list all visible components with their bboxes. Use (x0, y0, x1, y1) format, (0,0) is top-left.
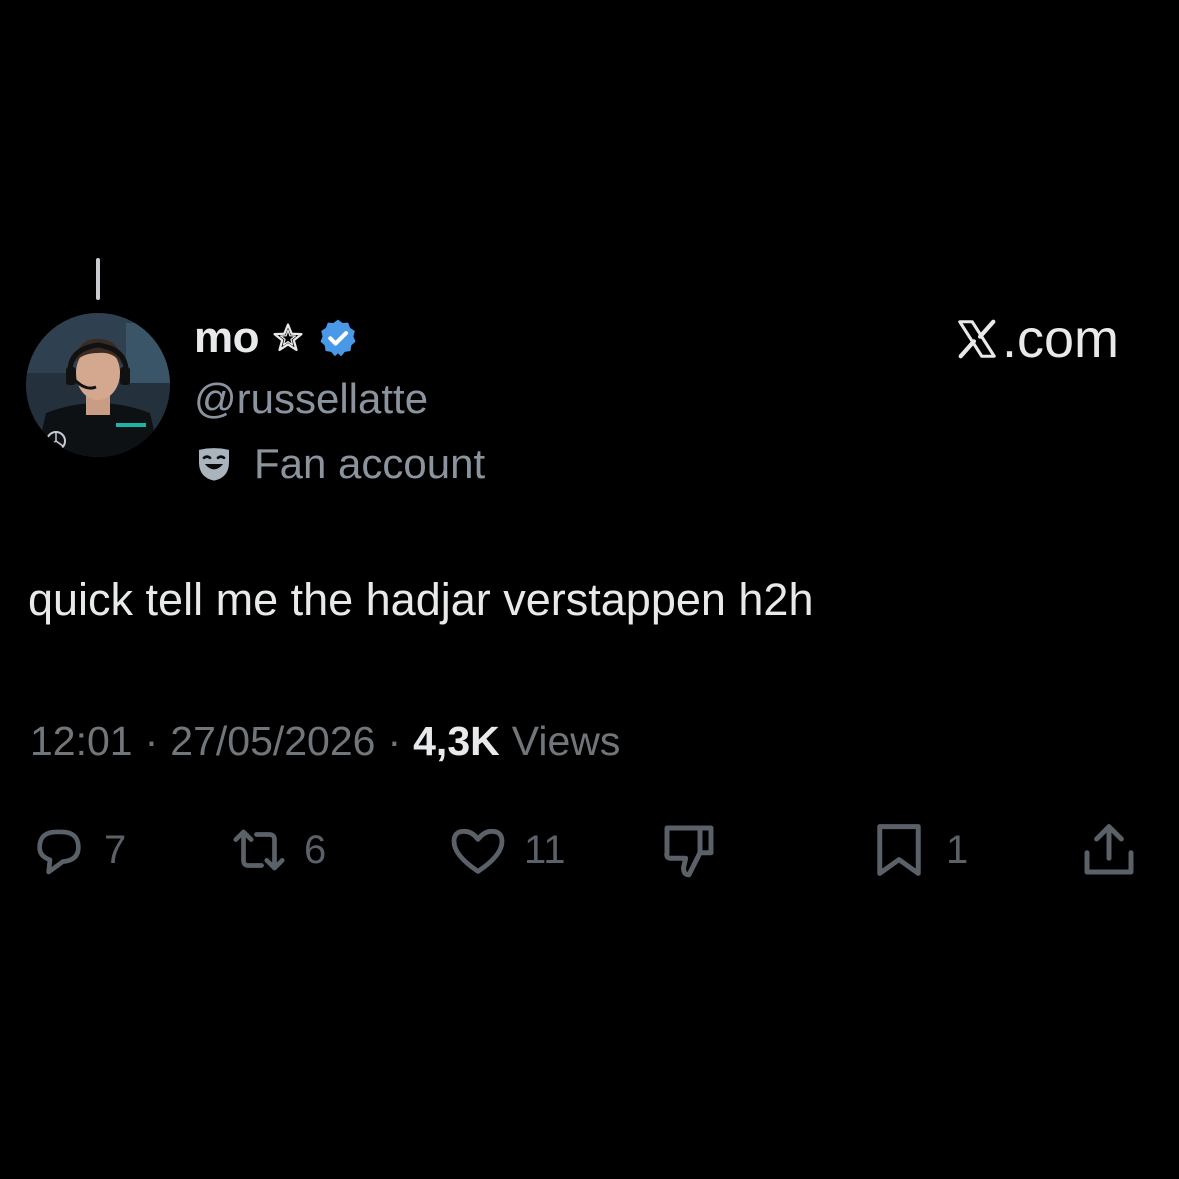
x-logo-icon (954, 316, 1000, 362)
avatar-photo (26, 313, 170, 457)
brand-watermark: .com (954, 308, 1119, 370)
bookmark-count: 1 (946, 827, 969, 872)
views-label: Views (511, 718, 621, 764)
heart-icon (446, 818, 510, 882)
views-count: 4,3K (413, 718, 500, 764)
like-button[interactable]: 11 (446, 818, 566, 882)
meta-separator: · (387, 718, 402, 764)
tweet-meta: 12:01 · 27/05/2026 · 4,3K Views (30, 718, 620, 765)
bookmark-icon (866, 817, 932, 883)
affiliation-label: Fan account (194, 436, 485, 492)
tweet-time[interactable]: 12:01 (30, 718, 133, 765)
repost-icon (228, 819, 290, 881)
theater-mask-icon (194, 444, 234, 484)
thumbs-down-icon (656, 817, 722, 883)
brand-domain-suffix: .com (1001, 309, 1119, 369)
tweet-text: quick tell me the hadjar verstappen h2h (28, 574, 814, 625)
star-outline-icon (271, 321, 305, 355)
bookmark-button[interactable]: 1 (866, 818, 968, 882)
author-block: mo @russellatte Fan account (194, 310, 485, 492)
reply-icon (28, 819, 90, 881)
repost-count: 6 (304, 827, 327, 872)
reply-count: 7 (104, 827, 127, 872)
meta-separator: · (144, 718, 159, 764)
share-button[interactable] (1076, 818, 1142, 882)
repost-button[interactable]: 6 (228, 818, 326, 882)
like-count: 11 (524, 827, 566, 872)
thread-connector-line (96, 258, 100, 300)
tweet-date[interactable]: 27/05/2026 (170, 718, 375, 765)
avatar[interactable] (26, 313, 170, 457)
share-icon (1076, 817, 1142, 883)
author-display-name[interactable]: mo (194, 313, 260, 363)
author-handle[interactable]: @russellatte (194, 370, 485, 428)
verified-badge-icon (317, 317, 359, 359)
dislike-button[interactable] (656, 818, 722, 882)
action-bar: 7 6 11 1 (0, 818, 1179, 882)
reply-button[interactable]: 7 (28, 818, 126, 882)
affiliation-label-text: Fan account (254, 440, 486, 487)
author-name-row: mo (194, 310, 485, 366)
